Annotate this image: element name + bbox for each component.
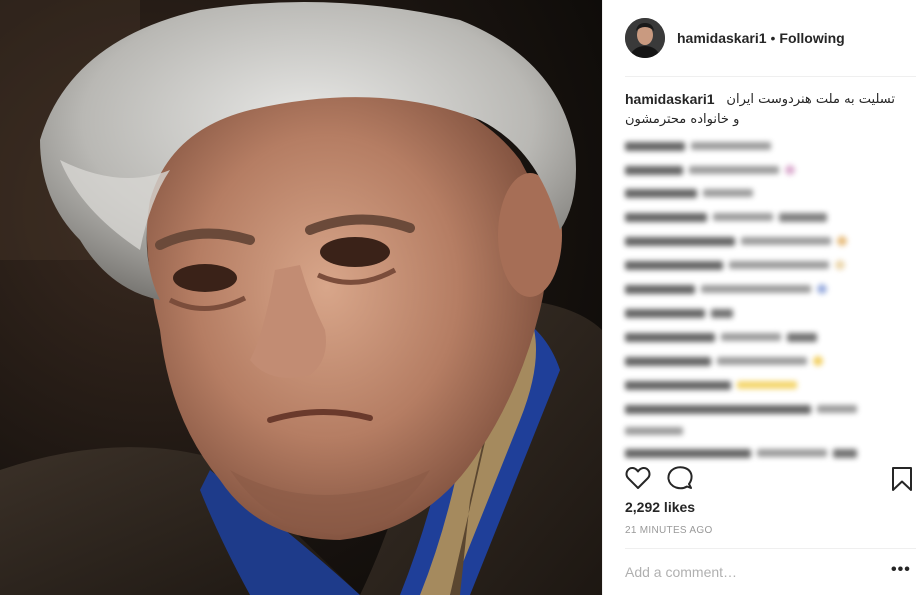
comment-text <box>691 142 771 150</box>
instagram-post: hamidaskari1 • Following hamidaskari1 تسلی… <box>0 0 916 595</box>
header-divider <box>625 76 916 77</box>
caption-text-line-2: و خانواده محترمشون <box>625 112 740 127</box>
add-comment-input[interactable] <box>625 560 875 584</box>
emoji-icon <box>813 356 823 366</box>
list-item[interactable] <box>625 331 817 343</box>
comment-text <box>737 381 797 389</box>
comment-text <box>779 212 827 222</box>
comment-text <box>833 448 857 458</box>
heart-icon <box>625 466 651 489</box>
username-link[interactable]: hamidaskari1 <box>677 30 767 46</box>
portrait-image <box>0 0 602 595</box>
list-item[interactable] <box>625 403 857 415</box>
comment-list[interactable] <box>625 136 895 466</box>
comment-bubble-icon <box>667 466 693 490</box>
comment-text <box>625 427 683 435</box>
caption-line-1: hamidaskari1 تسلیت به ملت هنردوست ایران <box>625 90 895 109</box>
comment-username <box>625 404 811 414</box>
list-item[interactable] <box>625 307 733 319</box>
comment-text <box>689 166 779 174</box>
comment-text <box>713 213 773 221</box>
action-bar <box>625 466 916 494</box>
list-item[interactable] <box>625 447 857 459</box>
emoji-icon <box>785 165 795 175</box>
comment-text <box>757 449 827 457</box>
comment-text <box>741 237 831 245</box>
comment-username <box>625 236 735 246</box>
post-photo[interactable] <box>0 0 602 595</box>
comment-username <box>625 165 683 175</box>
comment-text <box>703 189 753 197</box>
caption-username-link[interactable]: hamidaskari1 <box>625 90 715 109</box>
comment-username <box>625 448 751 458</box>
post-timestamp[interactable]: 21 MINUTES AGO <box>625 525 713 536</box>
list-item[interactable] <box>625 235 847 247</box>
save-button[interactable] <box>891 466 913 497</box>
list-item[interactable] <box>625 283 827 295</box>
comment-username <box>625 188 697 198</box>
comment-text <box>711 308 733 318</box>
comment-username <box>625 380 731 390</box>
emoji-icon <box>835 260 845 270</box>
comment-text <box>787 332 817 342</box>
comment-text <box>729 261 829 269</box>
list-item[interactable] <box>625 187 753 199</box>
more-options-button[interactable]: ••• <box>891 562 911 578</box>
list-item[interactable] <box>625 379 797 391</box>
caption-text-line-1: تسلیت به ملت هنردوست ایران <box>726 92 895 107</box>
comment-text <box>817 405 857 413</box>
post-header: hamidaskari1 • Following <box>603 0 916 76</box>
comment-username <box>625 308 705 318</box>
ellipsis-icon: ••• <box>891 561 911 578</box>
list-item[interactable] <box>625 211 827 223</box>
avatar[interactable] <box>625 18 665 58</box>
bookmark-icon <box>892 467 912 491</box>
comment-text <box>721 333 781 341</box>
separator-dot: • <box>770 30 776 46</box>
list-item[interactable] <box>625 259 845 271</box>
like-button[interactable] <box>625 466 651 495</box>
avatar-image <box>625 18 665 58</box>
list-item[interactable] <box>625 355 823 367</box>
comment-text <box>701 285 811 293</box>
comment-username <box>625 284 695 294</box>
following-button[interactable]: Following <box>779 30 844 46</box>
list-item[interactable] <box>625 140 771 152</box>
caption: hamidaskari1 تسلیت به ملت هنردوست ایران … <box>625 90 895 129</box>
comment-username <box>625 332 715 342</box>
post-sidebar: hamidaskari1 • Following hamidaskari1 تسلی… <box>602 0 916 595</box>
list-item[interactable] <box>625 425 683 437</box>
header-text: hamidaskari1 • Following <box>677 30 845 46</box>
likes-count[interactable]: 2,292 likes <box>625 499 695 515</box>
comment-username <box>625 356 711 366</box>
comment-text <box>717 357 807 365</box>
comment-button[interactable] <box>667 466 693 495</box>
footer-divider <box>625 548 916 549</box>
list-item[interactable] <box>625 164 795 176</box>
emoji-icon <box>817 284 827 294</box>
comment-username <box>625 141 685 151</box>
caption-line-2: و خانواده محترمشون <box>625 109 895 129</box>
emoji-icon <box>837 236 847 246</box>
comment-username <box>625 260 723 270</box>
comment-username <box>625 212 707 222</box>
